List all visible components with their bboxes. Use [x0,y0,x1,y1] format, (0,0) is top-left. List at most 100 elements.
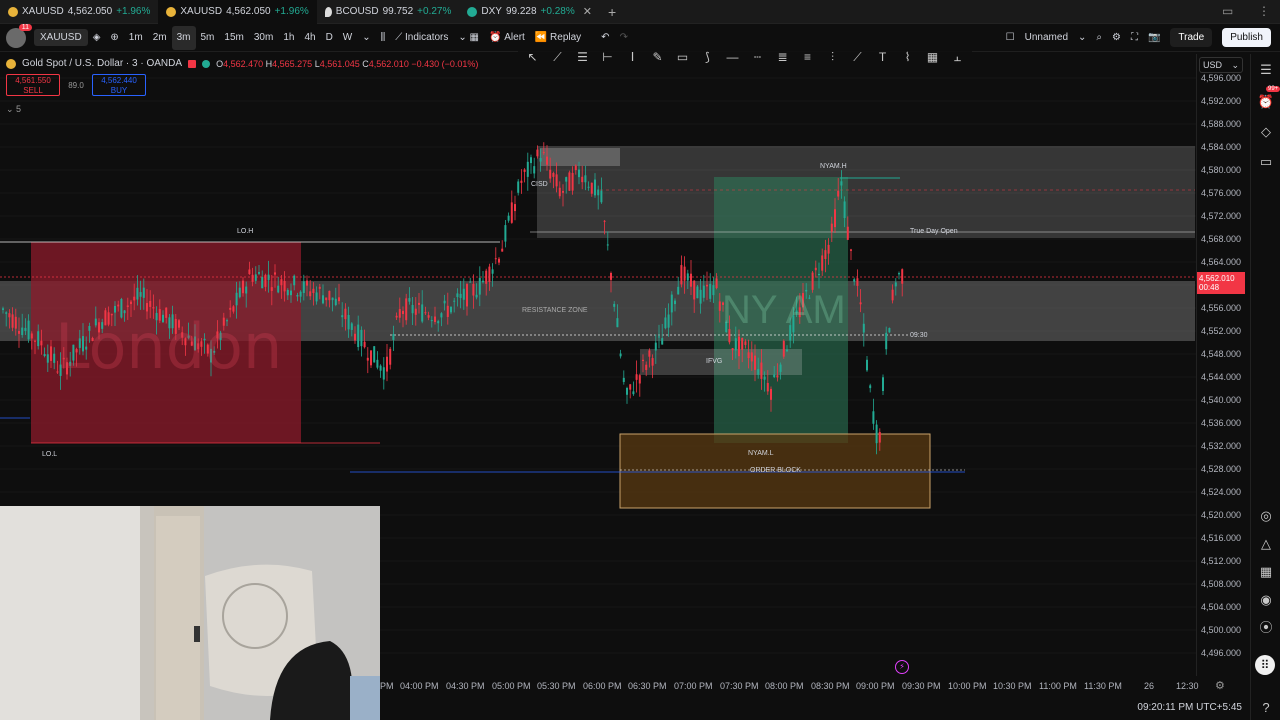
bar-style-icon[interactable]: ⫼ [376,26,391,50]
interval-15m[interactable]: 15m [219,26,248,50]
sell-button[interactable]: 4,561.550 SELL [6,74,60,96]
target-icon[interactable]: ◎ [1256,506,1276,526]
rectangle-icon[interactable]: ▭ [674,49,691,66]
chat-icon[interactable]: ▭ [1256,152,1276,172]
candle-body [472,283,475,296]
horizontal-lines-icon[interactable]: ☰ [574,49,591,66]
interval-W[interactable]: W [338,26,357,50]
symbol-tab-1[interactable]: XAUUSD 4,562.050 +1.96% [0,0,158,24]
interval-30m[interactable]: 30m [249,26,278,50]
list-icon[interactable]: ≣ [774,49,791,66]
apps-grid-icon[interactable]: ⠿ [1255,655,1275,675]
publish-button[interactable]: Publish [1222,28,1271,47]
interval-2m[interactable]: 2m [148,26,172,50]
symbol-tab-2[interactable]: XAUUSD 4,562.050 +1.96% [158,0,317,24]
interval-dropdown-icon[interactable]: ⌄ [357,26,375,50]
search-icon[interactable]: ⌕ [1091,26,1107,50]
horizontal-ray-icon[interactable]: ⊢ [599,49,616,66]
more-icon[interactable]: ⋮ [1258,4,1270,18]
buy-button[interactable]: 4,562.440 BUY [92,74,146,96]
currency-selector[interactable]: USD ⌄ [1199,57,1243,73]
symbol-tab-4[interactable]: DXY 99.228 +0.28% ✕ [459,0,600,24]
candle-body [898,273,900,275]
notification-badge: 11 [18,23,32,31]
vertical-line-icon[interactable]: ⫶ [824,49,841,66]
candle-body [850,249,852,251]
watchlist-icon[interactable]: ☰ [1256,60,1276,80]
trendline-icon[interactable]: ⟋ [549,49,566,66]
grid-icon[interactable]: ▦ [924,49,941,66]
candle-body [290,290,292,296]
candle-body [430,320,433,322]
compare-icon[interactable]: ◈ [88,26,106,50]
fullscreen-icon[interactable]: ⛶ [1126,26,1143,50]
clock[interactable]: 09:20:11 PM UTC+5:45 [1137,702,1242,713]
trade-button[interactable]: Trade [1170,28,1213,47]
price-tick-label: 4,564.000 [1201,257,1242,267]
candle-body [50,346,52,361]
london-session-label: London [55,310,283,383]
lines-icon[interactable]: ≡ [799,49,816,66]
brush-icon[interactable]: ✎ [649,49,666,66]
dashed-line-icon[interactable]: ┄ [749,49,766,66]
candle-body [696,286,699,299]
interval-5m[interactable]: 5m [196,26,220,50]
candle-body [843,201,846,218]
ray-icon[interactable]: ⟋ [849,49,866,66]
interval-D[interactable]: D [321,26,338,50]
settings-icon[interactable]: ⚙ [1107,26,1126,50]
interval-1h[interactable]: 1h [278,26,299,50]
templates-icon[interactable]: ⌄ ▦ [453,26,484,50]
candle-body [853,279,856,282]
cursor-icon[interactable]: ↖ [524,49,541,66]
symbol-search[interactable]: XAUUSD [34,29,88,46]
candle-body [283,280,286,292]
window-icon[interactable]: ▭ [1222,4,1233,18]
low-value: 4,561.045 [319,58,360,69]
interval-4h[interactable]: 4h [299,26,320,50]
candle-body [530,157,532,164]
help-icon[interactable]: ? [1256,698,1276,718]
new-tab-icon[interactable]: + [600,4,624,20]
indicators-icon: ⟋ [395,32,406,43]
avatar[interactable]: 11 [6,23,32,48]
broadcast-icon[interactable]: ⦿ [1256,618,1276,638]
ideas-icon[interactable]: △ [1256,534,1276,554]
stream-icon[interactable]: ◉ [1256,590,1276,610]
cisd-zone-box [537,146,1195,238]
highlighter-icon[interactable]: ⟆ [699,49,716,66]
lightning-icon[interactable]: ⚡ [895,660,909,674]
alert-label: Alert [504,32,525,43]
candle-body [440,313,443,318]
calendar-icon[interactable]: ▦ [1256,562,1276,582]
layout-checkbox-icon[interactable]: ☐ [1001,26,1020,50]
candle-body [491,269,494,274]
interval-1m[interactable]: 1m [124,26,148,50]
candle-body [571,172,574,191]
path-icon[interactable]: ⌇ [899,49,916,66]
line-icon[interactable]: — [724,49,741,66]
price-tick-label: 4,516.000 [1201,533,1242,543]
time-settings-icon[interactable]: ⚙ [1215,679,1225,692]
cisd-high-box [540,148,620,166]
camera-icon[interactable]: 📷 [1143,26,1165,50]
add-symbol-icon[interactable]: ⊕ [105,26,123,50]
candle-body [750,352,753,362]
indicator-collapse[interactable]: ⌄ 5 [6,104,21,115]
layers-icon[interactable]: ◇ [1256,122,1276,142]
candle-body [274,272,276,275]
fib-icon[interactable]: ⫠ [949,49,966,66]
layout-name[interactable]: Unnamed [1020,26,1073,50]
text-line-icon[interactable]: Ⅰ [624,49,641,66]
symbol-tab-3[interactable]: BCOUSD 99.752 +0.27% [317,0,460,24]
chart-title[interactable]: Gold Spot / U.S. Dollar · 3 · OANDA [22,58,182,69]
interval-3m[interactable]: 3m [171,25,196,50]
layout-dropdown-icon[interactable]: ⌄ [1073,26,1091,50]
price-axis[interactable]: USD ⌄ 4,596.000 4,592.000 4,588.000 4,584.0… [1196,54,1246,676]
candle-body [405,298,408,321]
alerts-icon[interactable]: ⏰ [1256,92,1276,112]
indicators-button[interactable]: ⟋ Indicators [390,26,453,50]
true-day-open-label: True Day Open [910,228,958,235]
close-tab-icon[interactable]: ✕ [583,5,592,18]
text-icon[interactable]: T [874,49,891,66]
